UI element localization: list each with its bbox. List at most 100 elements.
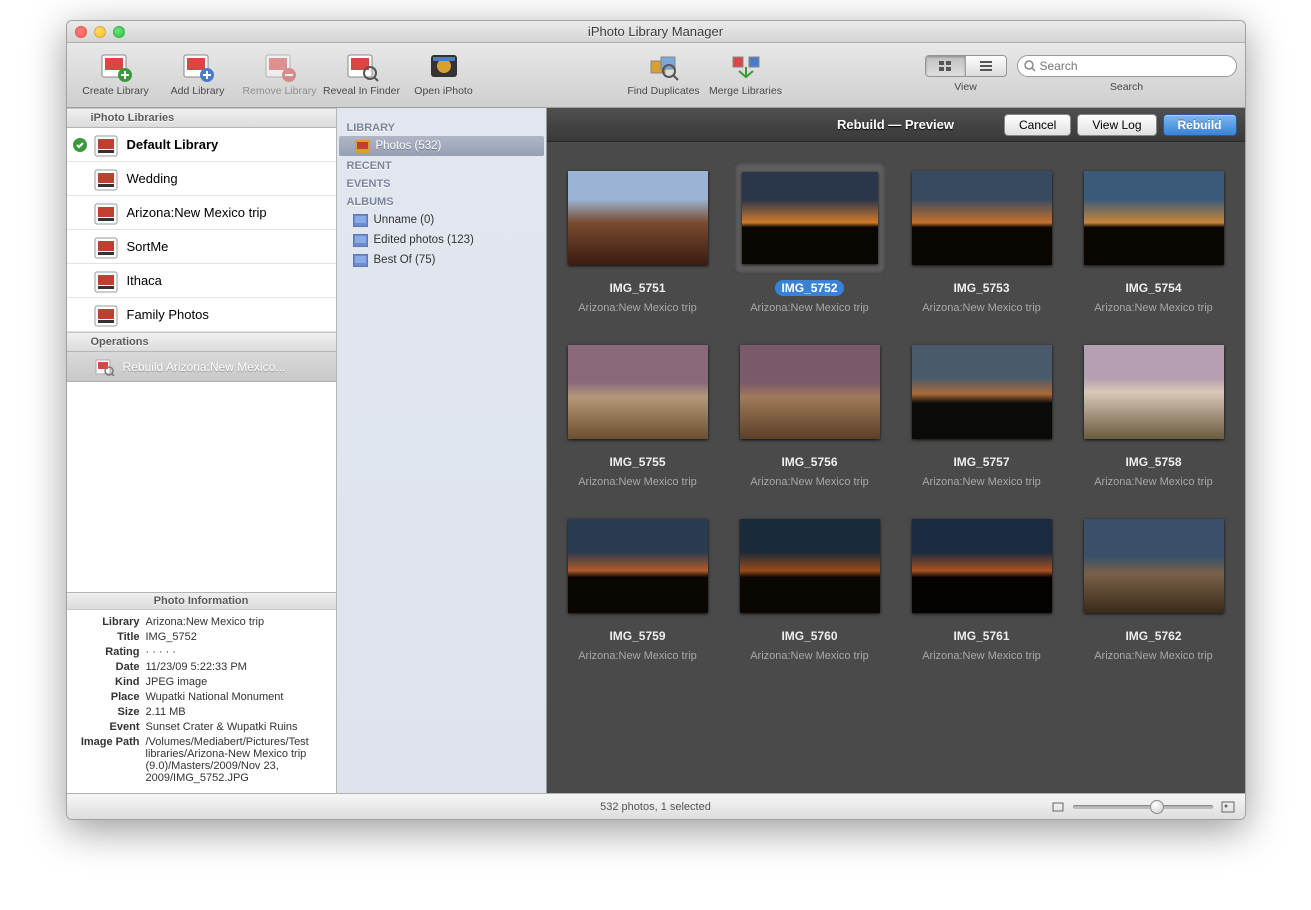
close-window-button[interactable] [75,26,87,38]
info-value: Arizona:New Mexico trip [146,616,328,628]
thumb-wrap [1078,162,1230,274]
info-row: Kind JPEG image [75,676,328,688]
photo-thumbnail[interactable] [1084,171,1224,265]
photo-cell[interactable]: IMG_5760Arizona:New Mexico trip [729,510,891,662]
photo-cell[interactable]: IMG_5762 Arizona:New Mexico trip [1073,510,1235,662]
photo-thumbnail[interactable] [568,171,708,265]
photo-thumbnail[interactable] [912,519,1052,613]
main-panel: Rebuild — Preview Cancel View Log Rebuil… [547,108,1245,793]
photo-thumbnail[interactable] [1084,519,1224,613]
library-item[interactable]: Arizona:New Mexico trip [67,196,336,230]
photo-name: IMG_5759 [603,628,671,644]
album-item[interactable]: Unname (0) [337,210,546,230]
thumb-wrap [562,162,714,274]
thumb-wrap [562,510,714,622]
info-key: Rating [75,646,140,658]
rebuild-button[interactable]: Rebuild [1163,114,1237,136]
album-icon [353,214,368,227]
search-input[interactable] [1040,59,1230,73]
cancel-button[interactable]: Cancel [1004,114,1071,136]
add-library-button[interactable]: Add Library [157,47,239,97]
find-duplicates-button[interactable]: Find Duplicates [623,47,705,97]
thumbnail-size-slider[interactable] [1073,805,1213,809]
photo-cell[interactable]: IMG_5753Arizona:New Mexico trip [901,162,1063,314]
library-item[interactable]: SortMe [67,230,336,264]
photo-subtitle: Arizona:New Mexico trip [750,650,869,662]
remove-library-icon [263,49,297,83]
view-list-button[interactable] [966,56,1006,76]
iphoto-icon [427,49,461,83]
photo-subtitle: Arizona:New Mexico trip [578,650,697,662]
library-icon [93,166,121,192]
libraries-header: iPhoto Libraries [67,108,336,128]
minimize-window-button[interactable] [94,26,106,38]
info-key: Place [75,691,140,703]
search-icon [1024,60,1036,72]
info-value: 11/23/09 5:22:33 PM [146,661,328,673]
info-key: Image Path [75,736,140,784]
library-item-label: Family Photos [127,307,209,322]
zoom-window-button[interactable] [113,26,125,38]
library-item[interactable]: Default Library [67,128,336,162]
thumb-small-icon[interactable] [1051,800,1065,814]
photo-thumbnail[interactable] [740,519,880,613]
album-item[interactable]: Edited photos (123) [337,230,546,250]
photos-source-label: Photos (532) [376,140,442,152]
photo-thumbnail[interactable] [568,519,708,613]
operation-item[interactable]: Rebuild Arizona:New Mexico... [67,352,336,382]
album-item[interactable]: Best Of (75) [337,250,546,270]
info-value: JPEG image [146,676,328,688]
slider-knob[interactable] [1150,800,1164,814]
album-label: Unname (0) [374,214,435,226]
photo-cell[interactable]: IMG_5757Arizona:New Mexico trip [901,336,1063,488]
thumb-wrap [734,510,886,622]
photo-name: IMG_5762 [1119,628,1187,644]
view-mode-segment[interactable] [925,55,1007,77]
photo-subtitle: Arizona:New Mexico trip [922,650,1041,662]
info-key: Date [75,661,140,673]
photo-cell[interactable]: IMG_5756Arizona:New Mexico trip [729,336,891,488]
thumb-large-icon[interactable] [1221,800,1235,814]
statusbar: 532 photos, 1 selected [67,793,1245,819]
info-key: Event [75,721,140,733]
photo-name: IMG_5754 [1119,280,1187,296]
info-key: Kind [75,676,140,688]
photo-thumbnail[interactable] [742,172,878,264]
create-library-button[interactable]: Create Library [75,47,157,97]
rebuild-op-icon [95,358,115,376]
photo-thumbnail[interactable] [568,345,708,439]
photo-thumbnail[interactable] [912,171,1052,265]
photo-name: IMG_5751 [603,280,671,296]
view-log-button[interactable]: View Log [1077,114,1156,136]
library-item[interactable]: Family Photos [67,298,336,332]
library-item[interactable]: Ithaca [67,264,336,298]
photo-thumbnail[interactable] [740,345,880,439]
merge-libraries-button[interactable]: Merge Libraries [705,47,787,97]
reveal-in-finder-button[interactable]: Reveal In Finder [321,47,403,97]
photo-cell[interactable]: IMG_5754Arizona:New Mexico trip [1073,162,1235,314]
open-iphoto-button[interactable]: Open iPhoto [403,47,485,97]
toolbar: Create Library Add Library Remove Librar… [67,43,1245,108]
thumb-wrap [906,162,1058,274]
recent-section-header: RECENT [337,156,546,174]
photo-thumbnail[interactable] [912,345,1052,439]
search-input-wrapper[interactable] [1017,55,1237,77]
photo-cell[interactable]: IMG_5758Arizona:New Mexico trip [1073,336,1235,488]
info-value: Sunset Crater & Wupatki Ruins [146,721,328,733]
photo-cell[interactable]: IMG_5761Arizona:New Mexico trip [901,510,1063,662]
photo-cell[interactable]: IMG_5755Arizona:New Mexico trip [557,336,719,488]
remove-library-button: Remove Library [239,47,321,97]
app-window: iPhoto Library Manager Create Library Ad… [66,20,1246,820]
photo-thumbnail[interactable] [1084,345,1224,439]
photo-info-panel: LibraryArizona:New Mexico tripTitleIMG_5… [67,610,336,793]
info-value: · · · · · [146,646,328,658]
view-grid-button[interactable] [926,56,967,76]
info-row: Size2.11 MB [75,706,328,718]
photo-subtitle: Arizona:New Mexico trip [1094,650,1213,662]
photo-cell[interactable]: IMG_5751Arizona:New Mexico trip [557,162,719,314]
photo-cell[interactable]: IMG_5759 Arizona:New Mexico trip [557,510,719,662]
photo-cell[interactable]: IMG_5752Arizona:New Mexico trip [729,162,891,314]
photo-grid[interactable]: IMG_5751Arizona:New Mexico tripIMG_5752A… [547,142,1245,793]
library-item[interactable]: Wedding [67,162,336,196]
photos-source[interactable]: Photos (532) [339,136,544,156]
